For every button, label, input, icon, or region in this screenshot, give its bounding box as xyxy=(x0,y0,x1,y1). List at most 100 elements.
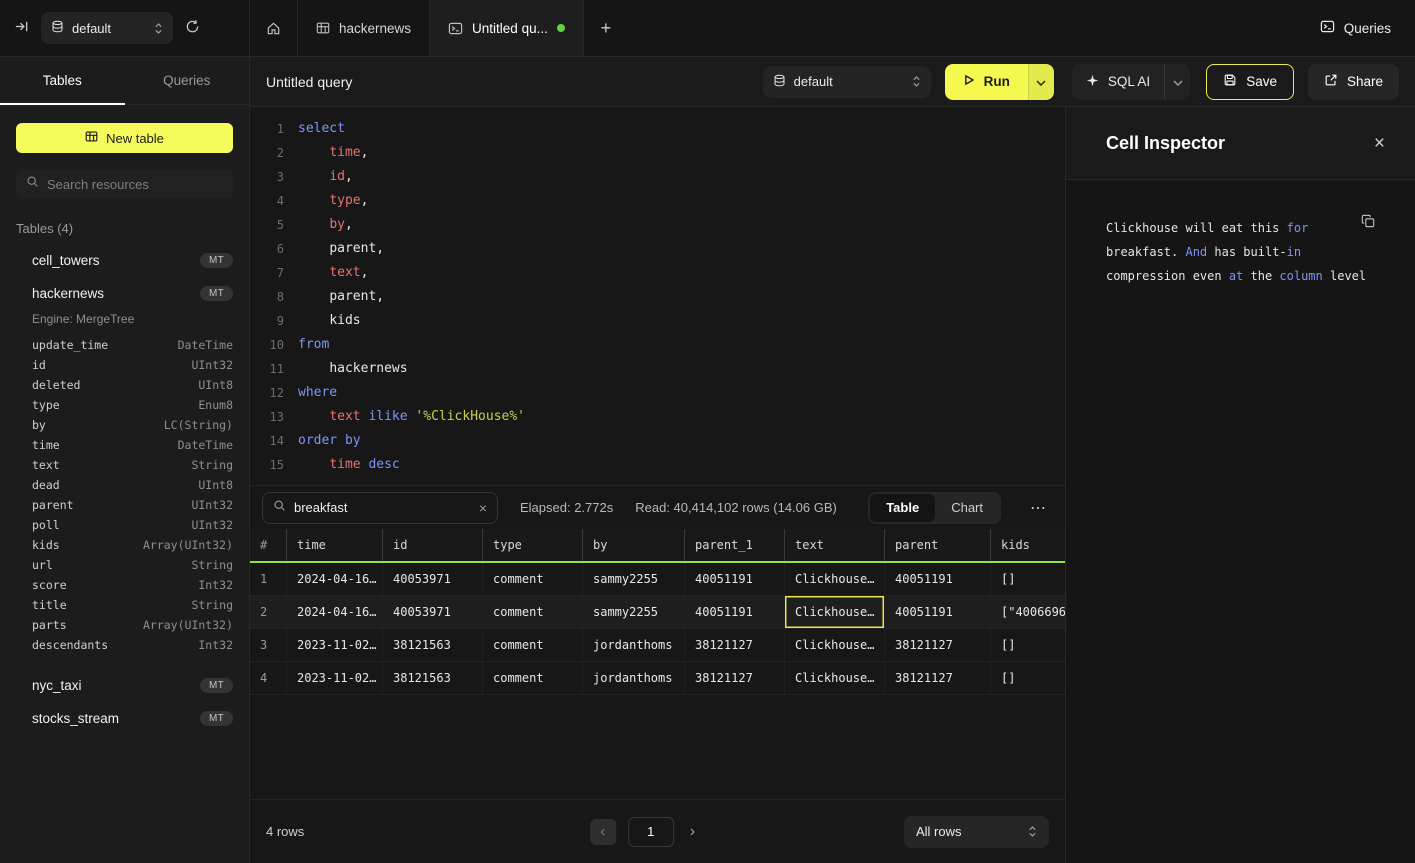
column-row[interactable]: timeDateTime xyxy=(0,435,249,455)
column-header-text[interactable]: text xyxy=(784,529,884,561)
cell[interactable]: 38121127 xyxy=(684,629,784,661)
column-header-parent[interactable]: parent xyxy=(884,529,990,561)
clear-search-button[interactable]: × xyxy=(479,501,487,515)
cell[interactable]: 2024-04-16… xyxy=(286,563,382,595)
sql-editor[interactable]: 1select2 time,3 id,4 type,5 by,6 parent,… xyxy=(250,107,1065,485)
tab-home[interactable] xyxy=(250,0,298,56)
queries-label: Queries xyxy=(1344,21,1391,36)
column-header-id[interactable]: id xyxy=(382,529,482,561)
column-row[interactable]: textString xyxy=(0,455,249,475)
cell[interactable]: jordanthoms xyxy=(582,629,684,661)
column-row[interactable]: deletedUInt8 xyxy=(0,375,249,395)
cell[interactable]: comment xyxy=(482,596,582,628)
save-button[interactable]: Save xyxy=(1206,64,1294,100)
cell[interactable]: ["40066964… xyxy=(990,596,1065,628)
row-number-cell[interactable]: 2 xyxy=(250,596,286,628)
results-search-input[interactable] xyxy=(294,500,471,515)
cell[interactable]: 38121563 xyxy=(382,629,482,661)
sidebar-table-hackernews[interactable]: hackernewsMT xyxy=(0,277,249,310)
column-row[interactable]: parentUInt32 xyxy=(0,495,249,515)
tab-hackernews[interactable]: hackernews xyxy=(298,0,430,56)
cell[interactable]: Clickhouse… xyxy=(784,629,884,661)
column-row[interactable]: partsArray(UInt32) xyxy=(0,615,249,635)
column-row[interactable]: update_timeDateTime xyxy=(0,335,249,355)
close-inspector-button[interactable]: × xyxy=(1374,134,1385,153)
cell[interactable]: 2024-04-16… xyxy=(286,596,382,628)
cell[interactable]: 38121127 xyxy=(684,662,784,694)
collapse-sidebar-button[interactable] xyxy=(14,19,29,37)
column-row[interactable]: idUInt32 xyxy=(0,355,249,375)
column-header-time[interactable]: time xyxy=(286,529,382,561)
cell[interactable]: 2023-11-02… xyxy=(286,662,382,694)
column-row[interactable]: descendantsInt32 xyxy=(0,635,249,655)
sql-ai-options-button[interactable] xyxy=(1164,64,1190,100)
queries-shortcut[interactable]: Queries xyxy=(1296,0,1415,56)
cell[interactable]: [] xyxy=(990,629,1065,661)
cell[interactable]: 38121127 xyxy=(884,662,990,694)
cell[interactable]: jordanthoms xyxy=(582,662,684,694)
row-number-cell[interactable]: 4 xyxy=(250,662,286,694)
sidebar-table-stocks_stream[interactable]: stocks_streamMT xyxy=(0,702,249,735)
column-row[interactable]: byLC(String) xyxy=(0,415,249,435)
cell[interactable]: Clickhouse… xyxy=(784,596,884,628)
sidebar-table-nyc_taxi[interactable]: nyc_taxiMT xyxy=(0,669,249,702)
editor-line: 11 hackernews xyxy=(250,357,1065,381)
column-header-by[interactable]: by xyxy=(582,529,684,561)
new-tab-button[interactable]: + xyxy=(584,0,628,56)
refresh-button[interactable] xyxy=(185,19,200,37)
view-toggle-chart[interactable]: Chart xyxy=(935,494,999,522)
new-table-button[interactable]: New table xyxy=(16,123,233,153)
tab-untitled-query[interactable]: Untitled qu... xyxy=(430,0,584,56)
cell[interactable]: 40051191 xyxy=(684,563,784,595)
page-size-select[interactable]: All rows xyxy=(904,816,1049,848)
row-count-label: 4 rows xyxy=(266,824,304,839)
cell[interactable]: 40051191 xyxy=(884,563,990,595)
editor-line: 1select xyxy=(250,117,1065,141)
column-row[interactable]: scoreInt32 xyxy=(0,575,249,595)
column-row[interactable]: kidsArray(UInt32) xyxy=(0,535,249,555)
sidebar-table-cell_towers[interactable]: cell_towersMT xyxy=(0,244,249,277)
run-button[interactable]: Run xyxy=(945,64,1028,100)
row-number-cell[interactable]: 3 xyxy=(250,629,286,661)
cell[interactable]: sammy2255 xyxy=(582,596,684,628)
previous-page-button[interactable]: ‹ xyxy=(590,819,616,845)
row-number-cell[interactable]: 1 xyxy=(250,563,286,595)
column-header-parent_1[interactable]: parent_1 xyxy=(684,529,784,561)
next-page-button[interactable]: › xyxy=(686,823,699,841)
cell[interactable]: 38121563 xyxy=(382,662,482,694)
column-row[interactable]: pollUInt32 xyxy=(0,515,249,535)
run-options-button[interactable] xyxy=(1028,64,1054,100)
more-options-button[interactable]: ⋯ xyxy=(1023,498,1053,518)
column-row[interactable]: typeEnum8 xyxy=(0,395,249,415)
cell[interactable]: [] xyxy=(990,662,1065,694)
column-row[interactable]: titleString xyxy=(0,595,249,615)
cell[interactable]: comment xyxy=(482,662,582,694)
sidebar-tab-queries[interactable]: Queries xyxy=(125,57,250,104)
cell[interactable]: 40051191 xyxy=(884,596,990,628)
column-row[interactable]: urlString xyxy=(0,555,249,575)
query-database-select[interactable]: default xyxy=(763,66,931,98)
cell[interactable]: 38121127 xyxy=(884,629,990,661)
view-toggle-table[interactable]: Table xyxy=(870,494,935,522)
column-header-type[interactable]: type xyxy=(482,529,582,561)
sidebar-tab-tables[interactable]: Tables xyxy=(0,57,125,104)
column-row[interactable]: deadUInt8 xyxy=(0,475,249,495)
sql-ai-button[interactable]: SQL AI xyxy=(1072,64,1164,100)
share-button[interactable]: Share xyxy=(1308,64,1399,100)
cell[interactable]: sammy2255 xyxy=(582,563,684,595)
cell[interactable]: 40053971 xyxy=(382,596,482,628)
search-resources-input[interactable] xyxy=(47,177,223,192)
column-header-num[interactable]: # xyxy=(250,529,286,561)
cell[interactable]: 40053971 xyxy=(382,563,482,595)
database-select[interactable]: default xyxy=(41,12,173,44)
cell[interactable]: comment xyxy=(482,563,582,595)
cell[interactable]: Clickhouse… xyxy=(784,662,884,694)
column-header-kids[interactable]: kids xyxy=(990,529,1065,561)
cell[interactable]: Clickhouse… xyxy=(784,563,884,595)
cell[interactable]: 2023-11-02… xyxy=(286,629,382,661)
cell[interactable]: comment xyxy=(482,629,582,661)
copy-button[interactable] xyxy=(1361,214,1375,232)
cell[interactable]: 40051191 xyxy=(684,596,784,628)
cell[interactable]: [] xyxy=(990,563,1065,595)
page-number-input[interactable] xyxy=(628,817,674,847)
